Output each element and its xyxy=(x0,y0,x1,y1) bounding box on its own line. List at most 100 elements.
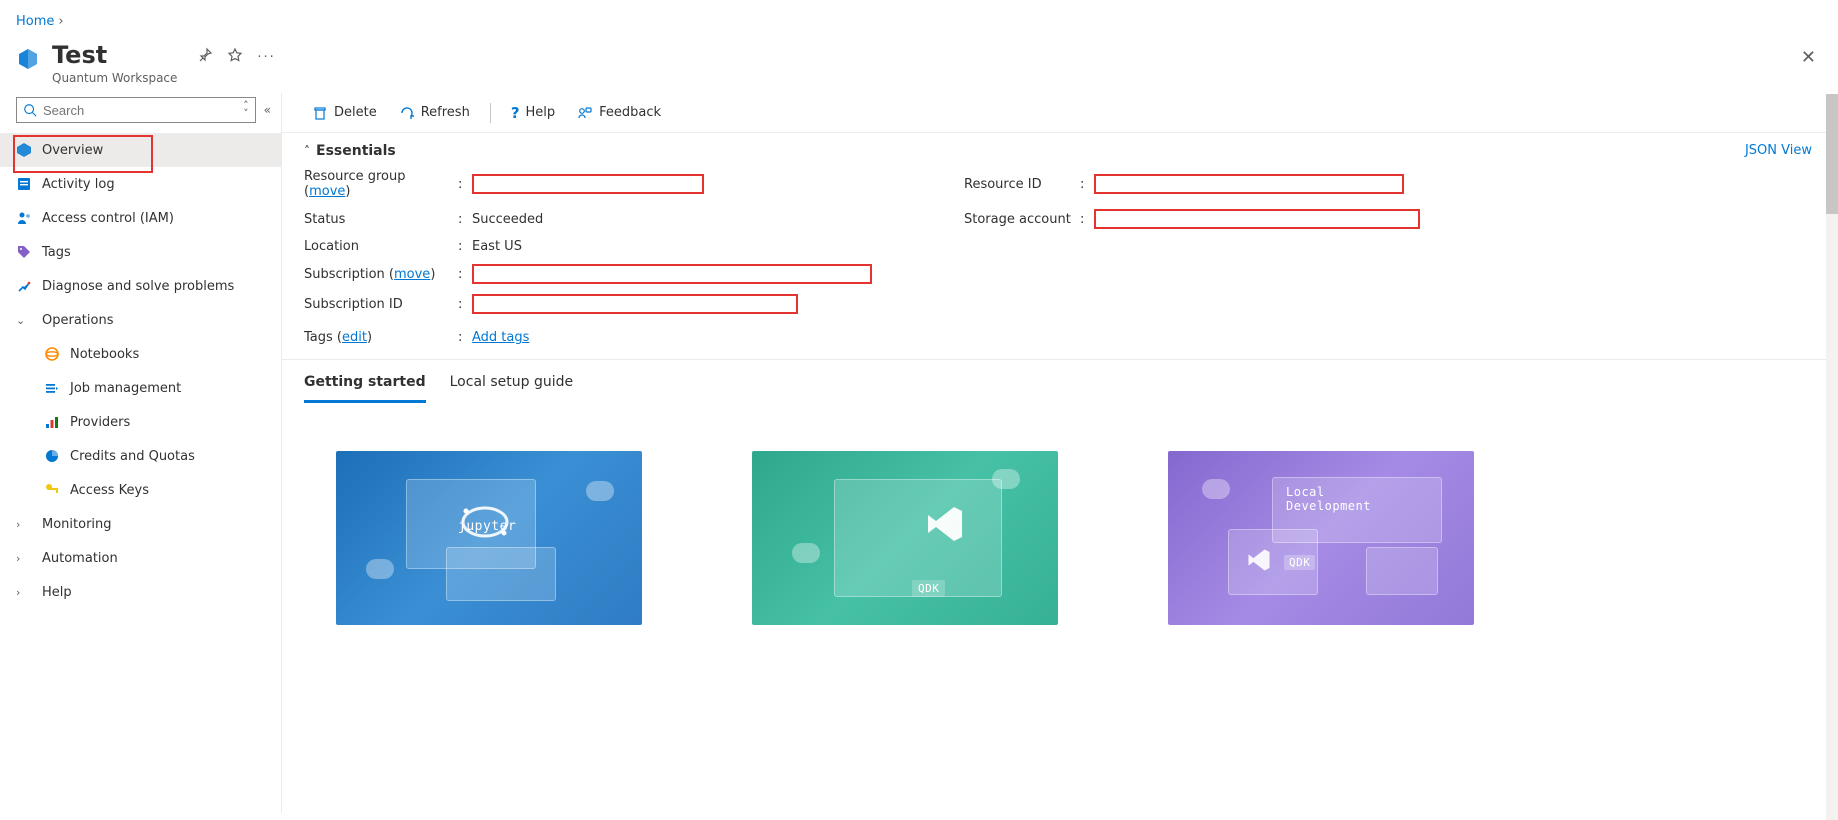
diagnose-icon xyxy=(16,278,32,294)
sidebar-item-providers[interactable]: Providers xyxy=(0,405,281,439)
redacted-resource-group-value xyxy=(472,174,704,194)
status-value: Succeeded xyxy=(472,212,543,227)
sidebar-label: Overview xyxy=(42,143,103,158)
sidebar-group-help[interactable]: › Help xyxy=(0,575,281,609)
tags-icon xyxy=(16,244,32,260)
quantum-workspace-icon xyxy=(16,47,40,71)
sidebar-group-monitoring[interactable]: › Monitoring xyxy=(0,507,281,541)
page-title: Test xyxy=(52,41,177,69)
delete-icon xyxy=(312,105,328,121)
providers-icon xyxy=(44,414,60,430)
refresh-button[interactable]: Refresh xyxy=(391,101,478,125)
chevron-up-icon: ˄ xyxy=(304,144,310,158)
edit-tags-link[interactable]: edit xyxy=(342,330,367,345)
qdk-small-label: QDK xyxy=(1284,555,1315,570)
chevron-right-icon: › xyxy=(16,552,30,565)
prop-storage-account: Storage account : xyxy=(964,209,1816,229)
card-jupyter-notebooks[interactable]: jupyter xyxy=(336,451,642,625)
favorite-star-icon[interactable] xyxy=(227,47,243,67)
job-management-icon xyxy=(44,380,60,396)
pin-icon[interactable] xyxy=(197,47,213,67)
sidebar-item-access-keys[interactable]: Access Keys xyxy=(0,473,281,507)
overview-icon xyxy=(16,142,32,158)
delete-button[interactable]: Delete xyxy=(304,101,385,125)
page-header: Test Quantum Workspace ··· ✕ xyxy=(0,37,1838,93)
move-subscription-link[interactable]: move xyxy=(394,267,430,282)
redacted-resource-id-value xyxy=(1094,174,1404,194)
chevron-right-icon: › xyxy=(16,518,30,531)
sidebar-search-input[interactable]: ˄˅ xyxy=(16,97,256,123)
card-local-development[interactable]: Local Development QDK xyxy=(1168,451,1474,625)
sidebar-label: Diagnose and solve problems xyxy=(42,279,234,294)
essentials-title: Essentials xyxy=(316,143,396,159)
sidebar-label: Job management xyxy=(70,381,181,396)
prop-subscription: Subscription (move) : xyxy=(304,264,944,284)
sidebar-item-job-management[interactable]: Job management xyxy=(0,371,281,405)
search-icon xyxy=(23,103,37,117)
qdk-label: QDK xyxy=(912,580,945,597)
search-field[interactable] xyxy=(43,103,237,118)
scrollbar-thumb[interactable] xyxy=(1826,94,1838,214)
sidebar-item-access-control[interactable]: Access control (IAM) xyxy=(0,201,281,235)
main-content: Delete Refresh ? Help Feedback ˄ Essenti… xyxy=(282,93,1838,813)
json-view-link[interactable]: JSON View xyxy=(1745,143,1812,158)
sidebar-label: Providers xyxy=(70,415,130,430)
sidebar-item-tags[interactable]: Tags xyxy=(0,235,281,269)
move-resource-group-link[interactable]: move xyxy=(309,184,345,199)
redacted-subscription-id-value xyxy=(472,294,798,314)
vscode-icon xyxy=(924,503,966,545)
more-ellipsis-icon[interactable]: ··· xyxy=(257,50,275,65)
sidebar-group-operations[interactable]: ⌄ Operations xyxy=(0,303,281,337)
jupyter-label: jupyter xyxy=(458,519,516,534)
chevron-down-icon: ⌄ xyxy=(16,314,30,327)
location-value: East US xyxy=(472,239,522,254)
prop-tags: Tags (edit) : Add tags xyxy=(304,330,1816,345)
sidebar-label: Activity log xyxy=(42,177,115,192)
help-icon: ? xyxy=(511,104,520,122)
credits-quotas-icon xyxy=(44,448,60,464)
sidebar: ˄˅ « Overview Activity log Access contro… xyxy=(0,93,282,813)
tab-local-setup-guide[interactable]: Local setup guide xyxy=(450,374,574,403)
getting-started-cards: jupyter QDK Local Development xyxy=(282,403,1838,673)
access-control-icon xyxy=(16,210,32,226)
sidebar-label: Monitoring xyxy=(42,517,112,532)
sidebar-item-notebooks[interactable]: Notebooks xyxy=(0,337,281,371)
local-label: Local xyxy=(1286,485,1325,499)
expand-chevrons-icon[interactable]: ˄˅ xyxy=(243,102,249,118)
sidebar-item-activity-log[interactable]: Activity log xyxy=(0,167,281,201)
sidebar-label: Tags xyxy=(42,245,71,260)
breadcrumb-home-link[interactable]: Home xyxy=(16,14,54,29)
sidebar-item-diagnose[interactable]: Diagnose and solve problems xyxy=(0,269,281,303)
tab-getting-started[interactable]: Getting started xyxy=(304,374,426,403)
page-subtitle: Quantum Workspace xyxy=(52,71,177,85)
sidebar-label: Credits and Quotas xyxy=(70,449,195,464)
sidebar-label: Notebooks xyxy=(70,347,139,362)
sidebar-group-automation[interactable]: › Automation xyxy=(0,541,281,575)
sidebar-item-overview[interactable]: Overview xyxy=(0,133,281,167)
command-bar: Delete Refresh ? Help Feedback xyxy=(282,93,1838,133)
feedback-icon xyxy=(577,105,593,121)
sidebar-label: Help xyxy=(42,585,72,600)
development-label: Development xyxy=(1286,499,1371,513)
breadcrumb: Home › xyxy=(0,0,1838,37)
redacted-storage-account-value xyxy=(1094,209,1420,229)
sidebar-label: Operations xyxy=(42,313,113,328)
essentials-toggle[interactable]: ˄ Essentials xyxy=(304,143,1816,159)
activity-log-icon xyxy=(16,176,32,192)
feedback-button[interactable]: Feedback xyxy=(569,101,669,125)
sidebar-item-credits-quotas[interactable]: Credits and Quotas xyxy=(0,439,281,473)
collapse-sidebar-icon[interactable]: « xyxy=(264,103,271,117)
sidebar-nav: Overview Activity log Access control (IA… xyxy=(0,133,281,609)
help-button[interactable]: ? Help xyxy=(503,100,563,126)
prop-resource-id: Resource ID : xyxy=(964,169,1816,199)
separator xyxy=(490,103,491,123)
close-icon[interactable]: ✕ xyxy=(1801,47,1816,68)
scrollbar[interactable] xyxy=(1826,94,1838,820)
vscode-small-icon xyxy=(1246,547,1272,573)
notebooks-icon xyxy=(44,346,60,362)
tab-bar: Getting started Local setup guide xyxy=(282,360,1838,403)
access-keys-icon xyxy=(44,482,60,498)
card-vscode-qdk[interactable]: QDK xyxy=(752,451,1058,625)
chevron-right-icon: › xyxy=(16,586,30,599)
add-tags-link[interactable]: Add tags xyxy=(472,330,529,345)
